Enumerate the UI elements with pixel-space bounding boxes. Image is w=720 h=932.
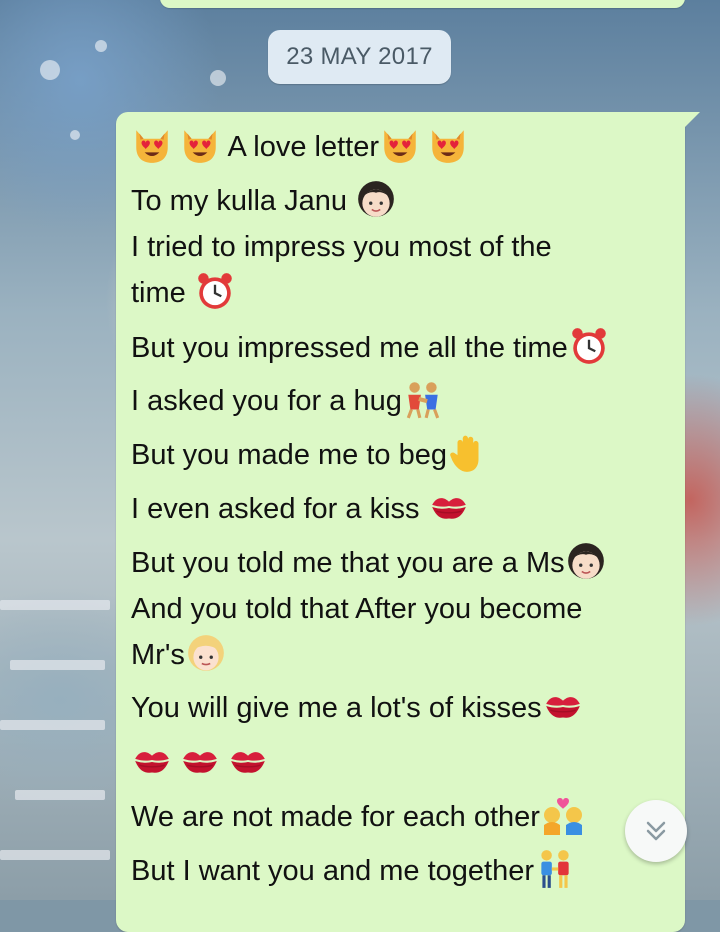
message-line: time: [131, 275, 236, 311]
message-line: I tried to impress you most of the: [131, 231, 552, 263]
kiss-mark-icon: [179, 740, 221, 782]
scroll-to-bottom-button[interactable]: [625, 800, 687, 862]
alarm-clock-icon: [568, 325, 610, 367]
girl-icon: [355, 178, 397, 220]
heart-eyes-cat-icon: [179, 124, 221, 166]
message-line: But I want you and me together: [131, 853, 576, 889]
message-line: We are not made for each other: [131, 799, 588, 835]
message-line: But you impressed me all the time: [131, 330, 610, 366]
message-line: But you made me to beg: [131, 437, 489, 473]
heart-eyes-cat-icon: [379, 124, 421, 166]
message-line: But you told me that you are a Ms: [131, 545, 607, 581]
kiss-couple-icon: [540, 794, 588, 836]
heart-eyes-cat-icon: [427, 124, 469, 166]
kiss-mark-icon: [428, 486, 470, 528]
message-line: To my kulla Janu: [131, 183, 397, 219]
date-divider: 23 MAY 2017: [268, 30, 451, 84]
message-line: [131, 745, 269, 781]
message-line: Mr's: [131, 637, 227, 673]
raised-hand-icon: [447, 432, 489, 474]
kiss-mark-icon: [131, 740, 173, 782]
kiss-mark-icon: [227, 740, 269, 782]
kiss-mark-icon: [542, 685, 584, 727]
previous-message-bubble[interactable]: [160, 0, 685, 8]
couple-holding-hands-icon: [534, 848, 576, 890]
blond-person-icon: [185, 632, 227, 674]
message-line: And you told that After you become: [131, 593, 583, 625]
message-line: A love letter: [131, 129, 469, 165]
message-bubble-tail: [684, 112, 700, 128]
message-line: I asked you for a hug: [131, 383, 444, 419]
girl-icon: [565, 540, 607, 582]
message-line: You will give me a lot's of kisses: [131, 690, 584, 726]
heart-eyes-cat-icon: [131, 124, 173, 166]
date-divider-label: 23 MAY 2017: [286, 43, 433, 70]
message-line: I even asked for a kiss: [131, 491, 470, 527]
double-chevron-down-icon: [646, 821, 666, 841]
wrestlers-icon: [402, 378, 444, 420]
alarm-clock-icon: [194, 270, 236, 312]
